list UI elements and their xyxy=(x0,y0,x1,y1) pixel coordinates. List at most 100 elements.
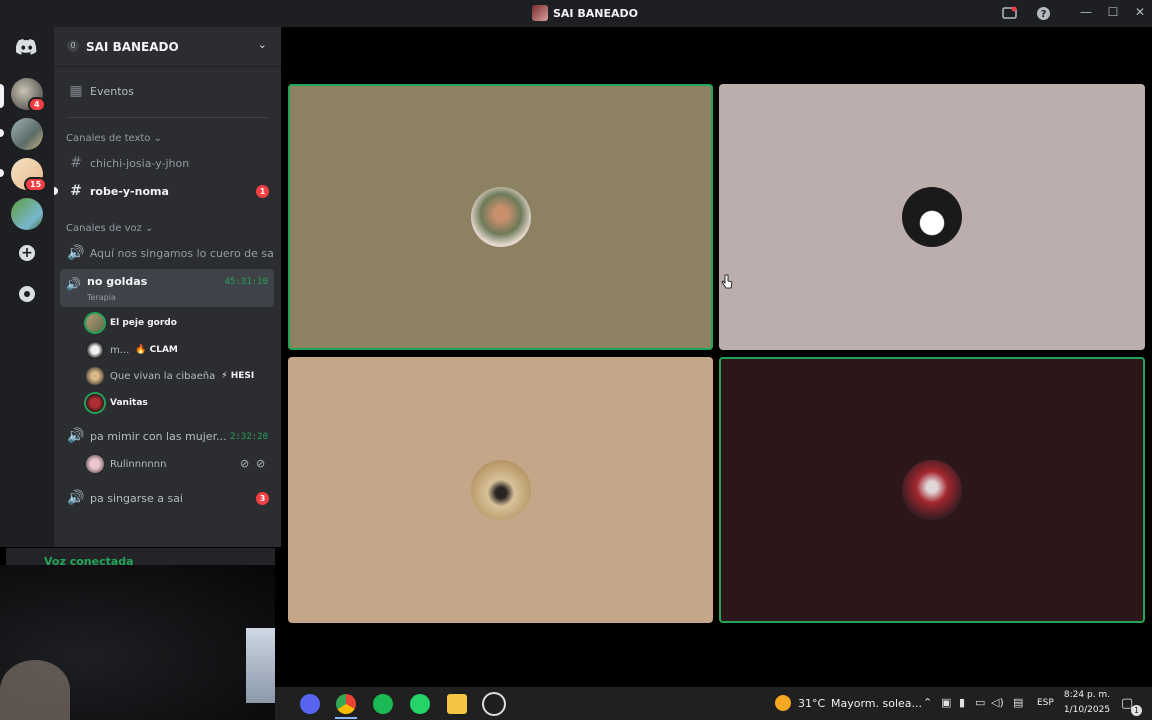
channel-chichi-josia-y-jhon[interactable]: # chichi-josia-y-jhon xyxy=(62,151,274,175)
channel-status: Terapia xyxy=(87,293,116,302)
participant-tile-1[interactable] xyxy=(288,84,713,350)
member-name: m... xyxy=(110,344,130,356)
maximize-button[interactable]: ☐ xyxy=(1103,5,1123,19)
voice-channel-pa-singarse[interactable]: 🔊 pa singarse a sai xyxy=(62,486,274,510)
help-icon[interactable]: ? xyxy=(1036,6,1051,21)
speaker-icon: 🔊 xyxy=(67,245,85,261)
participant-tile-4[interactable] xyxy=(719,357,1145,623)
member-tag: ⚡ HESI xyxy=(221,371,255,381)
language-indicator[interactable]: ESP xyxy=(1037,698,1054,708)
voice-stage xyxy=(281,27,1152,687)
avatar xyxy=(86,341,104,359)
channel-timer: 2:32:20 xyxy=(230,432,268,442)
voice-member[interactable]: Rulinnnnnn xyxy=(86,453,166,475)
avatar xyxy=(86,314,104,332)
network-icon[interactable]: ▭ xyxy=(975,696,985,709)
discord-app-icon[interactable] xyxy=(300,694,320,714)
mention-count-badge: 1 xyxy=(256,185,269,198)
discord-logo-icon[interactable] xyxy=(16,38,38,56)
compass-icon[interactable] xyxy=(19,286,35,302)
member-name: El peje gordo xyxy=(110,318,177,328)
server-mention-badge: 15 xyxy=(24,177,48,192)
webcam-preview xyxy=(0,565,275,720)
server-rail: 4 15 + xyxy=(0,27,54,547)
chrome-app-icon[interactable] xyxy=(336,694,356,714)
spotify-app-icon[interactable] xyxy=(373,694,393,714)
participant-avatar xyxy=(470,187,531,247)
member-name: Vanitas xyxy=(110,398,148,408)
microphone-icon[interactable]: ▮ xyxy=(959,696,965,709)
participant-tile-2[interactable] xyxy=(719,84,1145,350)
close-button[interactable]: ✕ xyxy=(1130,5,1150,19)
unread-indicator xyxy=(54,187,58,195)
server-header[interactable]: 0 SAI BANEADO ⌄ xyxy=(54,27,281,67)
voice-member[interactable]: El peje gordo xyxy=(86,312,177,334)
server-name: SAI BANEADO xyxy=(86,40,179,54)
inbox-icon[interactable] xyxy=(1002,6,1017,21)
selected-server-pill xyxy=(0,84,4,108)
clock-date[interactable]: 1/10/2025 xyxy=(1062,705,1112,715)
voice-connected-bar: Voz conectada xyxy=(6,548,275,568)
windows-taskbar: 31°C Mayorm. solea... ⌃ ▣ ▮ ▭ ◁) ▤ ESP 8… xyxy=(275,687,1152,720)
meet-now-icon[interactable]: ▣ xyxy=(941,696,951,709)
server-icon-4[interactable] xyxy=(11,198,43,230)
channel-timer: 45:31:10 xyxy=(224,277,268,287)
participant-avatar xyxy=(902,460,962,520)
avatar xyxy=(86,455,104,473)
minimize-button[interactable]: — xyxy=(1076,5,1096,19)
events-label: Eventos xyxy=(90,84,134,98)
volume-icon[interactable]: ◁) xyxy=(991,696,1004,709)
file-explorer-icon[interactable] xyxy=(447,694,467,714)
calendar-icon: ▦ xyxy=(69,83,83,99)
channel-robe-y-noma[interactable]: # robe-y-noma xyxy=(62,179,274,203)
whatsapp-app-icon[interactable] xyxy=(410,694,430,714)
headphones-deafened-icon: ⊘ xyxy=(256,457,266,470)
channel-name: no goldas xyxy=(87,275,148,288)
events-item[interactable]: ▦ Eventos xyxy=(62,79,274,103)
window-title-text: SAI BANEADO xyxy=(553,6,638,20)
title-bar: SAI BANEADO ? — ☐ ✕ xyxy=(0,0,1152,27)
category-text-channels[interactable]: Canales de texto ⌄ xyxy=(66,133,162,144)
participant-tile-3[interactable] xyxy=(288,357,713,623)
unread-pill xyxy=(0,129,4,137)
voice-channel-aqui[interactable]: 🔊 Aquí nos singamos lo cuero de sai xyxy=(62,241,274,265)
server-icon-2[interactable] xyxy=(11,118,43,150)
clock-time[interactable]: 8:24 p. m. xyxy=(1062,690,1112,700)
hashtag-icon: # xyxy=(70,183,82,199)
weather-description[interactable]: Mayorm. solea... xyxy=(831,697,922,710)
voice-member[interactable]: Que vivan la cibaeña ⚡ HESI xyxy=(86,365,254,387)
participant-avatar xyxy=(902,187,962,247)
participant-avatar xyxy=(470,460,531,520)
chevron-down-icon[interactable]: ⌄ xyxy=(258,38,267,51)
svg-text:?: ? xyxy=(1041,9,1047,20)
chevron-up-icon[interactable]: ⌃ xyxy=(923,696,932,709)
person-silhouette xyxy=(0,660,70,720)
server-avatar-icon xyxy=(532,5,548,21)
keyboard-icon[interactable]: ▤ xyxy=(1013,696,1023,709)
voice-member[interactable]: m... 🔥 CLAM xyxy=(86,339,178,361)
window-light xyxy=(246,628,275,703)
speaker-active-icon: 🔊 xyxy=(66,277,81,291)
active-app-indicator xyxy=(335,717,357,719)
voice-channel-no-goldas[interactable]: 🔊 no goldas Terapia 45:31:10 xyxy=(60,269,274,307)
category-voice-channels[interactable]: Canales de voz ⌄ xyxy=(66,223,153,234)
boost-badge: 0 xyxy=(67,40,79,52)
avatar xyxy=(86,367,104,385)
voice-member[interactable]: Vanitas xyxy=(86,392,148,414)
channel-name: chichi-josia-y-jhon xyxy=(90,156,190,170)
member-name: Que vivan la cibaeña xyxy=(110,370,216,382)
unread-pill xyxy=(0,169,4,177)
avatar xyxy=(86,394,104,412)
server-mention-badge: 4 xyxy=(28,97,46,112)
clock-app-icon[interactable] xyxy=(484,694,504,714)
speaker-active-icon: 🔊 xyxy=(67,428,85,444)
plus-icon[interactable]: + xyxy=(19,245,35,261)
member-tag: 🔥 CLAM xyxy=(135,345,178,355)
discord-window: SAI BANEADO ? — ☐ ✕ 4 15 + 0 SAI BANEADO… xyxy=(0,0,1152,720)
notification-count-badge: 1 xyxy=(1131,705,1142,716)
weather-sun-icon xyxy=(775,695,791,711)
weather-temp[interactable]: 31°C xyxy=(798,697,825,710)
channel-name: robe-y-noma xyxy=(90,184,169,198)
channel-name: Aquí nos singamos lo cuero de sai xyxy=(89,246,274,260)
hashtag-icon: # xyxy=(70,155,82,171)
